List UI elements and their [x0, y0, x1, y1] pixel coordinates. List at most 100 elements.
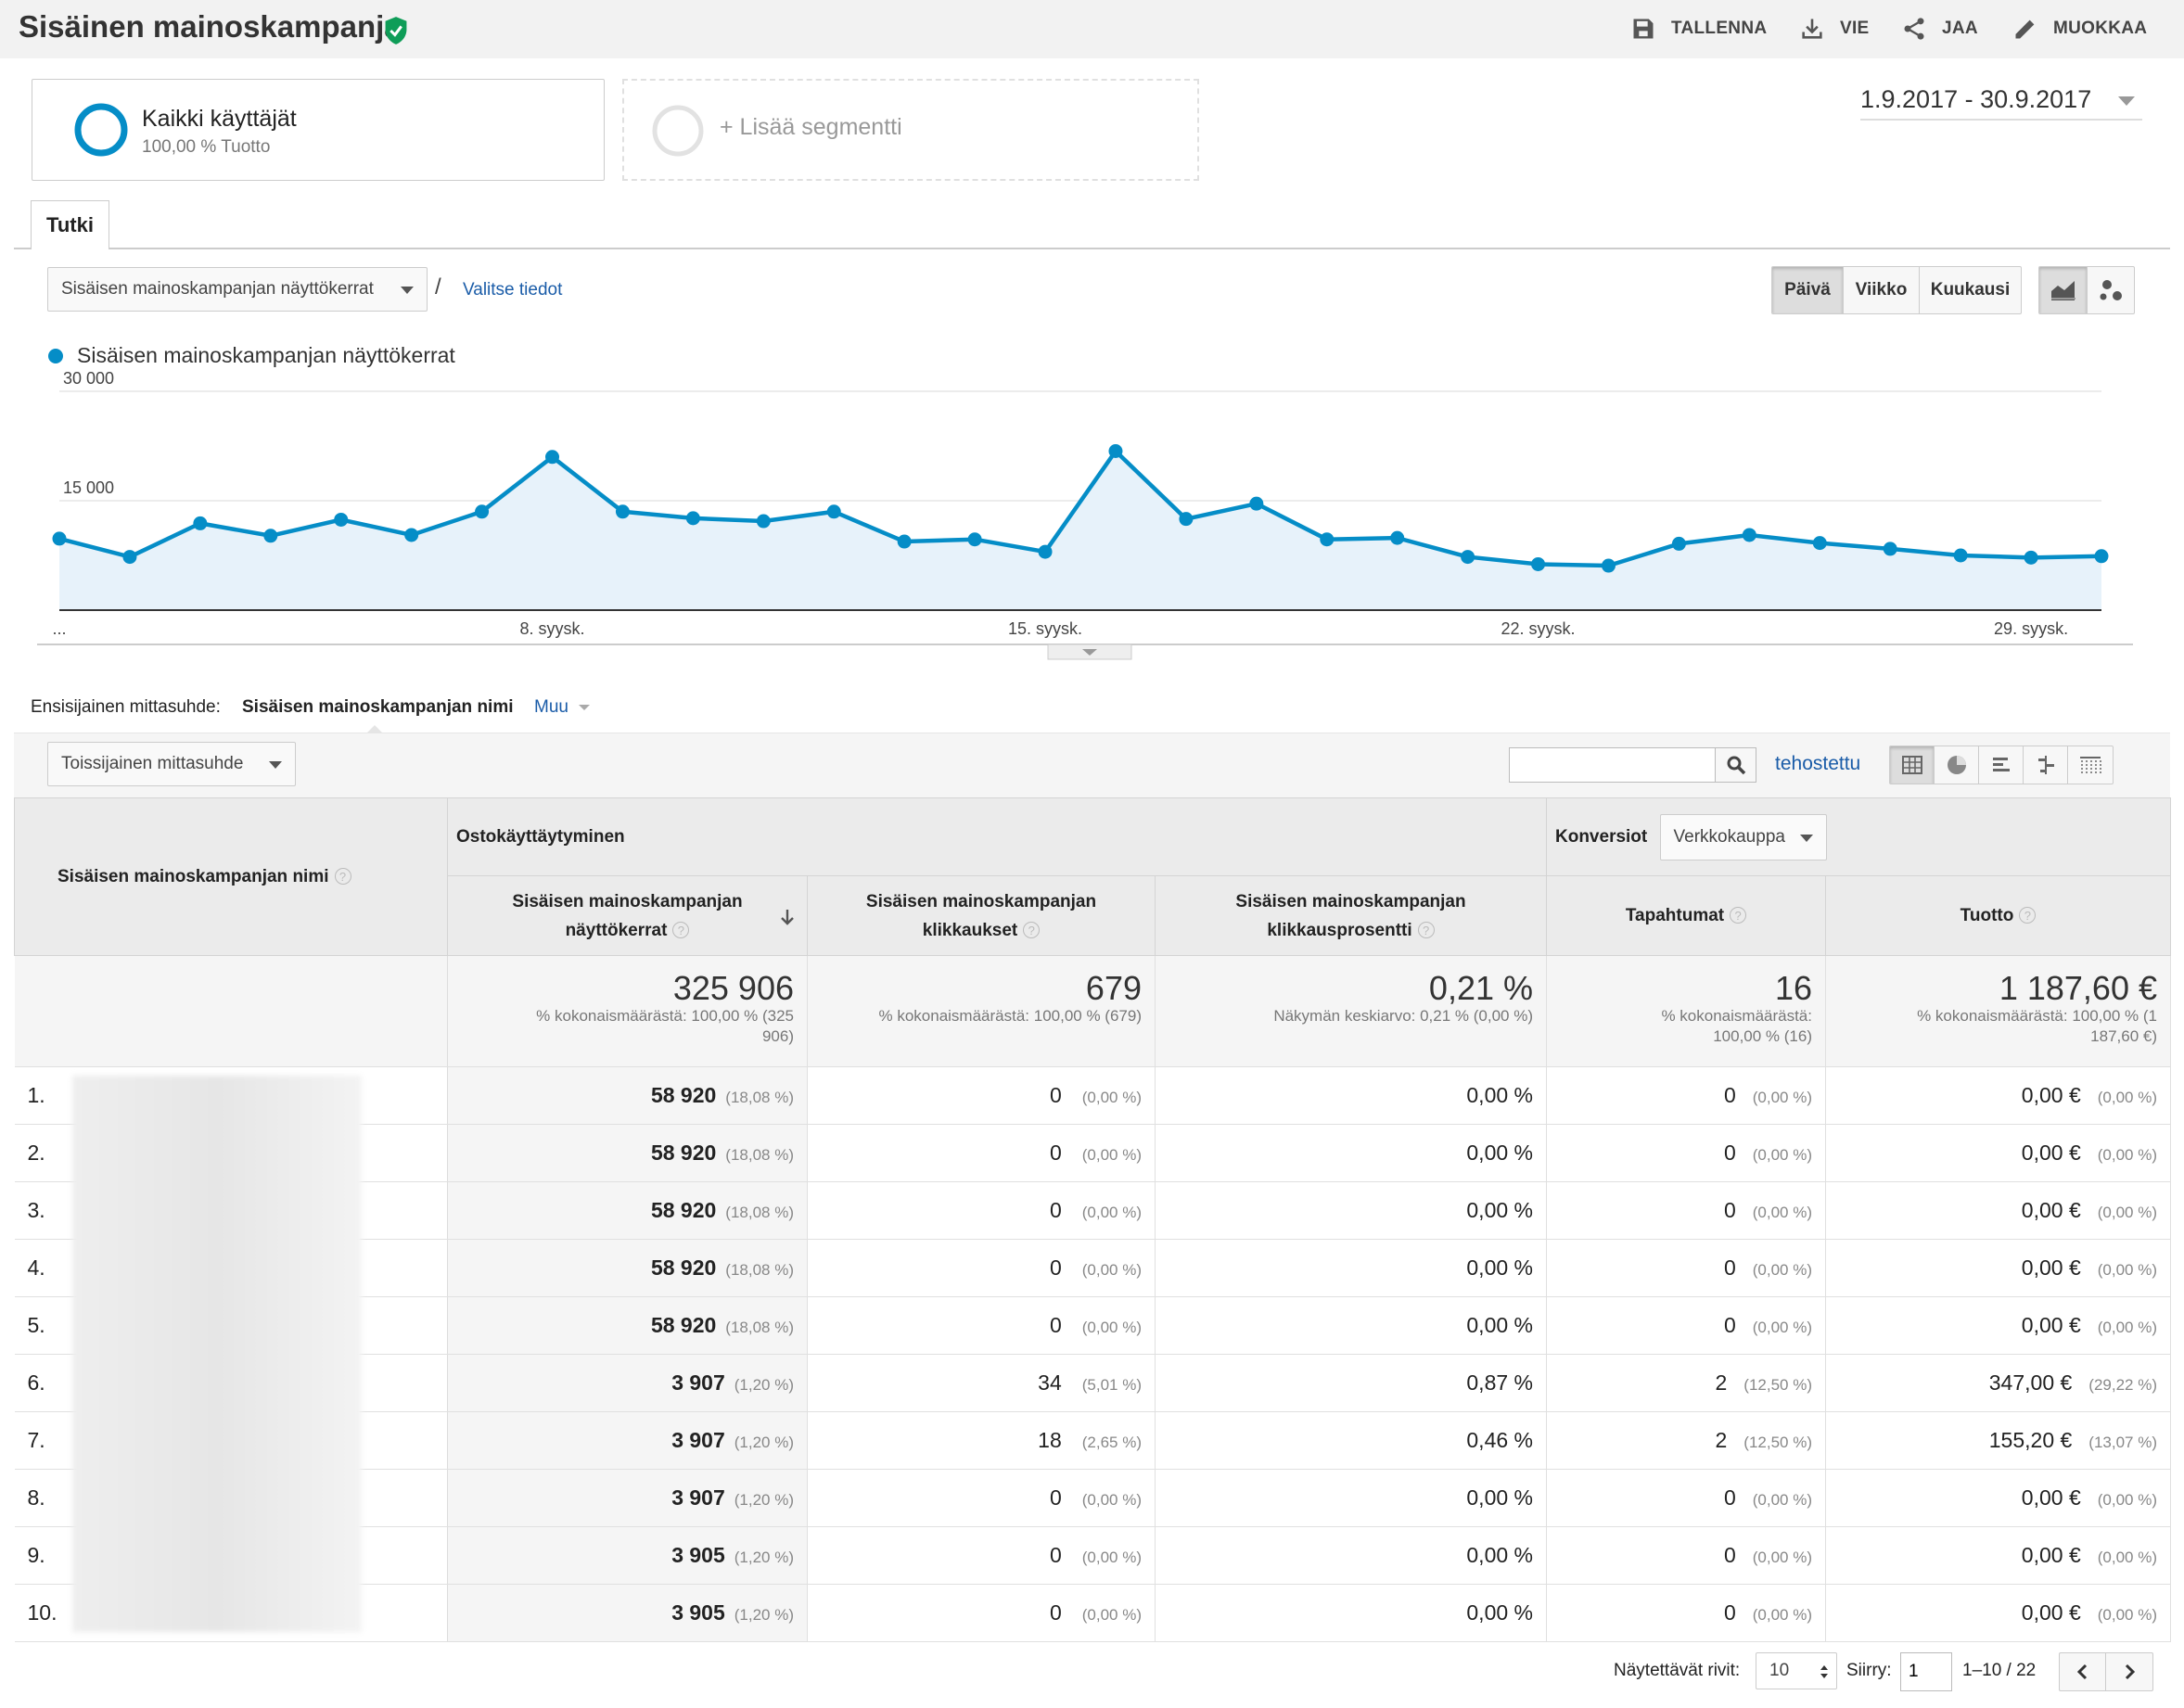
totals-clicks-value: 679 [1085, 969, 1142, 1007]
save-button[interactable]: TALLENNA [1630, 13, 1767, 45]
data-point [2024, 550, 2038, 565]
impressions-cell: 3 907 (1,20 %) [447, 1354, 808, 1412]
prev-page-button[interactable] [2060, 1653, 2106, 1690]
metric-separator: / [435, 274, 441, 300]
revenue-value: 0,00 € [2021, 1141, 2081, 1165]
download-icon [1802, 19, 1822, 39]
search-button[interactable] [1716, 747, 1756, 783]
tab-explore[interactable]: Tutki [31, 200, 109, 249]
primary-dimension-label: Ensisijainen mittasuhde: [31, 697, 221, 717]
totals-ctr: 0,21 % Näkymän keskiarvo: 0,21 % (0,00 %) [1155, 955, 1547, 1067]
share-icon [1904, 18, 1924, 40]
transactions-pct: (0,00 %) [1752, 1491, 1812, 1509]
clicks-cell: 0 (0,00 %) [807, 1296, 1156, 1355]
row-index: 7. [27, 1428, 45, 1452]
ctr-cell: 0,46 % [1155, 1411, 1547, 1470]
data-point [404, 528, 419, 542]
next-page-button[interactable] [2106, 1653, 2152, 1690]
other-dimension-link[interactable]: Muu [534, 697, 591, 718]
view-pivot-button[interactable] [2068, 746, 2113, 784]
column-header-revenue[interactable]: Tuotto? [1825, 875, 2171, 956]
help-icon[interactable]: ? [334, 868, 351, 886]
group-header-conversions: Konversiot Verkkokauppa [1546, 797, 2171, 876]
totals-revenue-sub: % kokonaismäärästä: 100,00 % (1 187,60 €… [1917, 1007, 2157, 1045]
help-icon[interactable]: ? [1023, 922, 1041, 939]
view-table-button[interactable] [1890, 746, 1935, 784]
view-comparison-button[interactable] [2024, 746, 2068, 784]
transactions-value: 0 [1723, 1198, 1736, 1222]
edit-button[interactable]: MUOKKAA [2012, 13, 2147, 45]
data-point [1671, 536, 1686, 551]
period-month-button[interactable]: Kuukausi [1920, 267, 2021, 313]
date-range-picker[interactable]: 1.9.2017 - 30.9.2017 [1860, 80, 2142, 121]
share-button-label: JAA [1942, 19, 1978, 38]
pencil-icon [2015, 19, 2035, 39]
line-chart-button[interactable] [2039, 267, 2088, 313]
totals-impressions-sub: % kokonaismäärästä: 100,00 % (325 906) [536, 1007, 794, 1045]
ctr-value: 0,00 % [1466, 1543, 1533, 1567]
help-icon[interactable]: ? [1730, 907, 1747, 924]
impressions-cell: 3 905 (1,20 %) [447, 1584, 808, 1642]
revenue-pct: (0,00 %) [2097, 1089, 2157, 1106]
motion-chart-button[interactable] [2088, 267, 2134, 313]
clicks-value: 0 [1049, 1313, 1062, 1337]
goto-page-input[interactable] [1900, 1652, 1952, 1691]
totals-revenue: 1 187,60 €% kokonaismäärästä: 100,00 % (… [1825, 955, 2171, 1067]
period-week-button[interactable]: Viikko [1844, 267, 1920, 313]
help-icon[interactable]: ? [2019, 907, 2037, 924]
view-performance-button[interactable] [1979, 746, 2024, 784]
conversion-type-select[interactable]: Verkkokauppa [1659, 813, 1827, 860]
view-pie-button[interactable] [1935, 746, 1979, 784]
column-header-clicks[interactable]: Sisäisen mainoskampanjan klikkaukset? [807, 875, 1156, 956]
share-button[interactable]: JAA [1901, 13, 1978, 45]
clicks-cell: 0 (0,00 %) [807, 1469, 1156, 1527]
revenue-value: 0,00 € [2021, 1313, 2081, 1337]
totals-ctr-sub: Näkymän keskiarvo: 0,21 % (0,00 %) [1273, 1007, 1533, 1025]
period-day-button[interactable]: Päivä [1772, 267, 1844, 313]
empty-segment-circle-icon [652, 105, 704, 157]
impressions-header-label: Sisäisen mainoskampanjan näyttökerrat [512, 891, 743, 940]
series-area [59, 451, 2101, 610]
clicks-pct: (0,00 %) [1081, 1319, 1142, 1336]
advanced-filter-link[interactable]: tehostettu [1775, 753, 1860, 775]
transactions-pct: (0,00 %) [1752, 1089, 1812, 1106]
row-index: 9. [27, 1543, 45, 1567]
transactions-value: 0 [1723, 1600, 1736, 1625]
data-point [52, 531, 67, 546]
add-segment-button[interactable]: + Lisää segmentti [622, 79, 1199, 181]
revenue-pct: (0,00 %) [2097, 1261, 2157, 1279]
transactions-value: 0 [1723, 1256, 1736, 1280]
help-icon[interactable]: ? [672, 922, 690, 939]
revenue-cell: 0,00 € (0,00 %) [1825, 1239, 2171, 1297]
export-button-label: VIE [1840, 19, 1870, 38]
clicks-cell: 0 (0,00 %) [807, 1124, 1156, 1182]
rows-per-page-select[interactable]: 10 [1756, 1652, 1837, 1689]
column-header-impressions[interactable]: Sisäisen mainoskampanjan näyttökerrat? [447, 875, 808, 956]
segment-all-users[interactable]: Kaikki käyttäjät 100,00 % Tuotto [32, 79, 605, 181]
transactions-value: 0 [1723, 1083, 1736, 1107]
table-search-input[interactable] [1509, 747, 1716, 783]
ctr-cell: 0,00 % [1155, 1584, 1547, 1642]
revenue-cell: 0,00 € (0,00 %) [1825, 1124, 2171, 1182]
help-icon[interactable]: ? [1417, 922, 1435, 939]
secondary-dimension-select[interactable]: Toissijainen mittasuhde [47, 742, 296, 786]
segment-donut-icon [74, 103, 128, 157]
choose-metric-link[interactable]: Valitse tiedot [463, 280, 562, 300]
dimension-column-header[interactable]: Sisäisen mainoskampanjan nimi? [14, 797, 448, 956]
data-point [1320, 532, 1335, 547]
page-title: Sisäinen mainoskampanja [19, 9, 402, 44]
transactions-pct: (0,00 %) [1752, 1261, 1812, 1279]
metric-select[interactable]: Sisäisen mainoskampanjan näyttökerrat [47, 267, 428, 312]
sort-down-arrow-icon[interactable] [779, 908, 796, 926]
transactions-cell: 0 (0,00 %) [1546, 1239, 1826, 1297]
impressions-pct: (1,20 %) [734, 1491, 794, 1509]
row-index: 8. [27, 1485, 45, 1510]
totals-impressions: 325 906% kokonaismäärästä: 100,00 % (325… [447, 955, 808, 1067]
data-point [1953, 548, 1968, 563]
column-header-transactions[interactable]: Tapahtumat? [1546, 875, 1826, 956]
column-header-ctr[interactable]: Sisäisen mainoskampanjan klikkausprosent… [1155, 875, 1547, 956]
export-button[interactable]: VIE [1799, 13, 1870, 45]
ctr-cell: 0,00 % [1155, 1066, 1547, 1125]
clicks-pct: (0,00 %) [1081, 1261, 1142, 1279]
ctr-value: 0,00 % [1466, 1141, 1533, 1165]
